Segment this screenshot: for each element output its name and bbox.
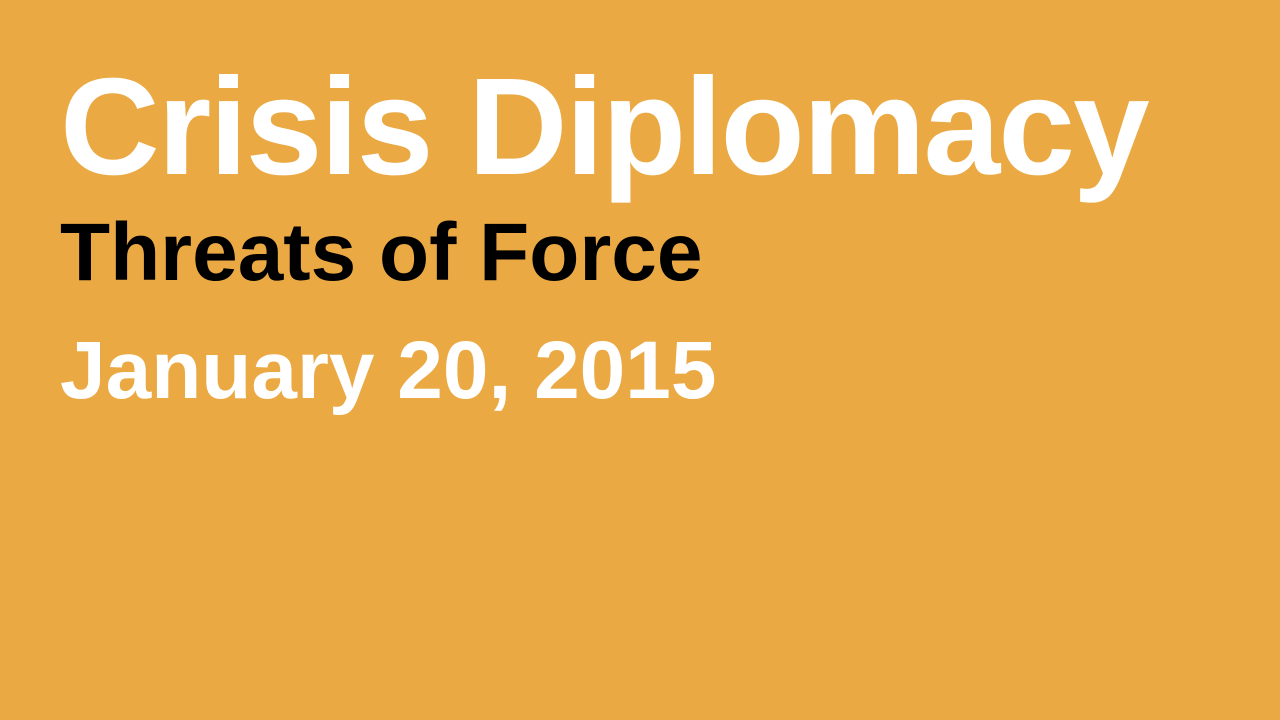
- slide-subtitle: Threats of Force: [60, 207, 703, 298]
- slide-date: January 20, 2015: [60, 325, 717, 416]
- title-slide: Crisis Diplomacy Threats of Force Januar…: [0, 0, 1280, 720]
- slide-title: Crisis Diplomacy: [60, 50, 1150, 204]
